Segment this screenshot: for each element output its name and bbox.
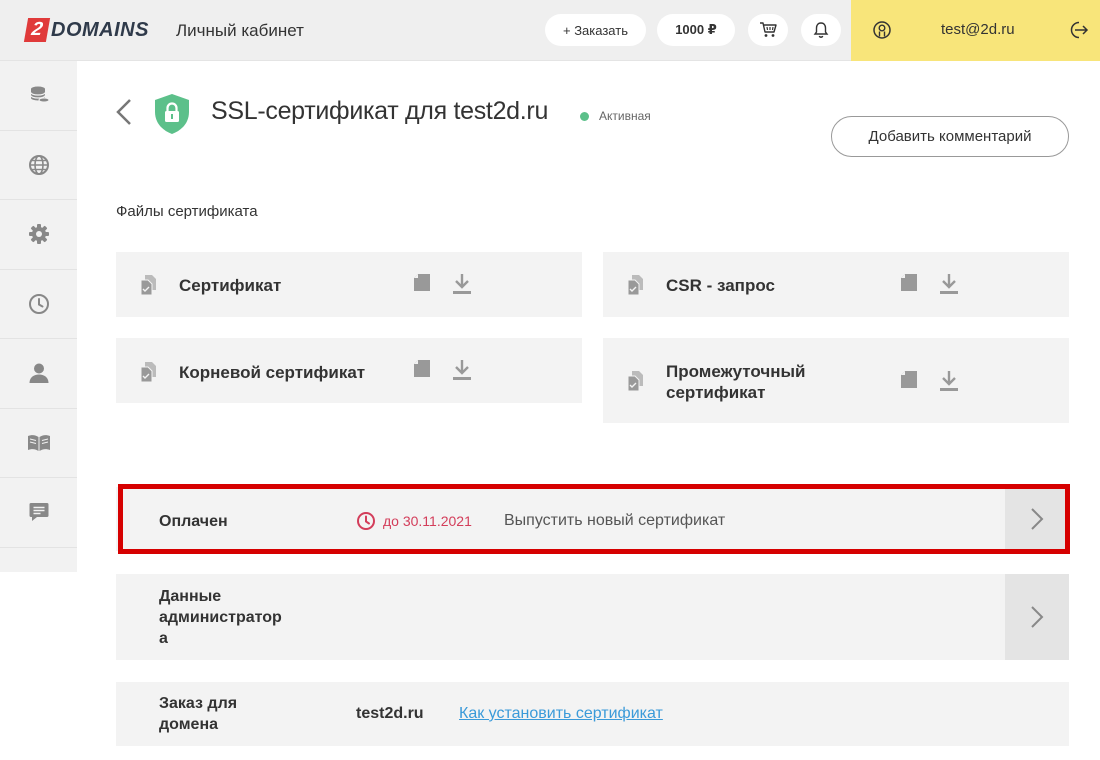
status-dot xyxy=(580,112,589,121)
notifications-button[interactable] xyxy=(801,14,841,46)
logo[interactable]: 2 DOMAINS xyxy=(23,17,149,43)
admin-data-label: Данные администратор а xyxy=(159,586,282,649)
file-name-line: Промежуточный xyxy=(666,362,806,381)
bell-icon xyxy=(813,22,829,38)
top-header: 2 DOMAINS Личный кабинет + Заказать 1000… xyxy=(0,0,1100,61)
sidebar-item-docs[interactable] xyxy=(0,409,77,478)
chevron-right-icon xyxy=(1031,606,1044,628)
back-chevron-icon[interactable] xyxy=(115,98,133,126)
admin-label-line: Данные xyxy=(159,588,222,605)
add-comment-button[interactable]: Добавить комментарий xyxy=(831,116,1069,157)
domain-value: test2d.ru xyxy=(356,705,424,722)
profile-icon xyxy=(873,21,891,39)
install-certificate-link[interactable]: Как установить сертификат xyxy=(459,705,663,723)
user-email[interactable]: test@2d.ru xyxy=(941,21,1015,38)
history-icon xyxy=(28,293,49,314)
file-card-csr: CSR - запрос xyxy=(603,252,1069,317)
sidebar-item-support[interactable] xyxy=(0,478,77,548)
files-section-label: Файлы сертификата xyxy=(116,203,258,220)
logo-text: DOMAINS xyxy=(51,18,149,41)
globe-icon xyxy=(28,154,49,175)
order-button[interactable]: + Заказать xyxy=(545,14,646,46)
sidebar-item-domains[interactable] xyxy=(0,131,77,200)
file-card-root: Корневой сертификат xyxy=(116,338,582,403)
admin-data-row[interactable]: Данные администратор а xyxy=(116,574,1069,660)
download-icon[interactable] xyxy=(939,370,959,392)
page-title: SSL-сертификат для test2d.ru xyxy=(211,97,549,125)
coins-icon xyxy=(29,86,49,103)
file-name: Промежуточный сертификат xyxy=(666,361,805,403)
cart-icon xyxy=(760,22,777,37)
file-card-intermediate: Промежуточный сертификат xyxy=(603,338,1069,423)
copy-icon[interactable] xyxy=(900,273,918,295)
file-name-line: сертификат xyxy=(666,383,766,402)
balance-button[interactable]: 1000 ₽ xyxy=(657,14,735,46)
logout-icon[interactable] xyxy=(1067,19,1089,41)
admin-label-line: администратор xyxy=(159,609,282,626)
sidebar-item-profile[interactable] xyxy=(0,339,77,409)
domain-order-label: Заказ для домена xyxy=(159,693,237,735)
sidebar-item-settings[interactable] xyxy=(0,200,77,270)
highlight-frame xyxy=(118,484,1070,554)
status-badge: Активная xyxy=(599,109,651,123)
gear-icon xyxy=(28,224,49,245)
sidebar-item-finance[interactable] xyxy=(0,61,77,131)
file-icon xyxy=(140,275,156,296)
admin-label-line: а xyxy=(159,630,168,647)
logo-badge: 2 xyxy=(23,18,51,42)
file-name: Сертификат xyxy=(179,276,282,295)
user-icon xyxy=(29,363,48,384)
download-icon[interactable] xyxy=(452,359,472,381)
file-icon xyxy=(140,362,156,383)
copy-icon[interactable] xyxy=(900,370,918,392)
chat-icon xyxy=(29,503,48,522)
download-icon[interactable] xyxy=(452,273,472,295)
copy-icon[interactable] xyxy=(413,359,431,381)
file-name: Корневой сертификат xyxy=(179,363,366,382)
domain-order-row: Заказ для домена test2d.ru Как установит… xyxy=(116,682,1069,746)
file-name: CSR - запрос xyxy=(666,276,775,295)
domain-label-line: Заказ для xyxy=(159,695,238,712)
copy-icon[interactable] xyxy=(413,273,431,295)
download-icon[interactable] xyxy=(939,273,959,295)
admin-row-expand[interactable] xyxy=(1005,574,1069,660)
file-icon xyxy=(627,275,643,296)
domain-label-line: домена xyxy=(159,716,219,733)
user-panel[interactable]: test@2d.ru xyxy=(851,0,1100,61)
sidebar-item-history[interactable] xyxy=(0,270,77,339)
book-icon xyxy=(27,434,50,451)
cabinet-title: Личный кабинет xyxy=(176,21,304,40)
cart-button[interactable] xyxy=(748,14,788,46)
sidebar xyxy=(0,61,77,572)
file-card-certificate: Сертификат xyxy=(116,252,582,317)
file-icon xyxy=(627,371,643,392)
shield-lock-icon xyxy=(155,94,189,134)
